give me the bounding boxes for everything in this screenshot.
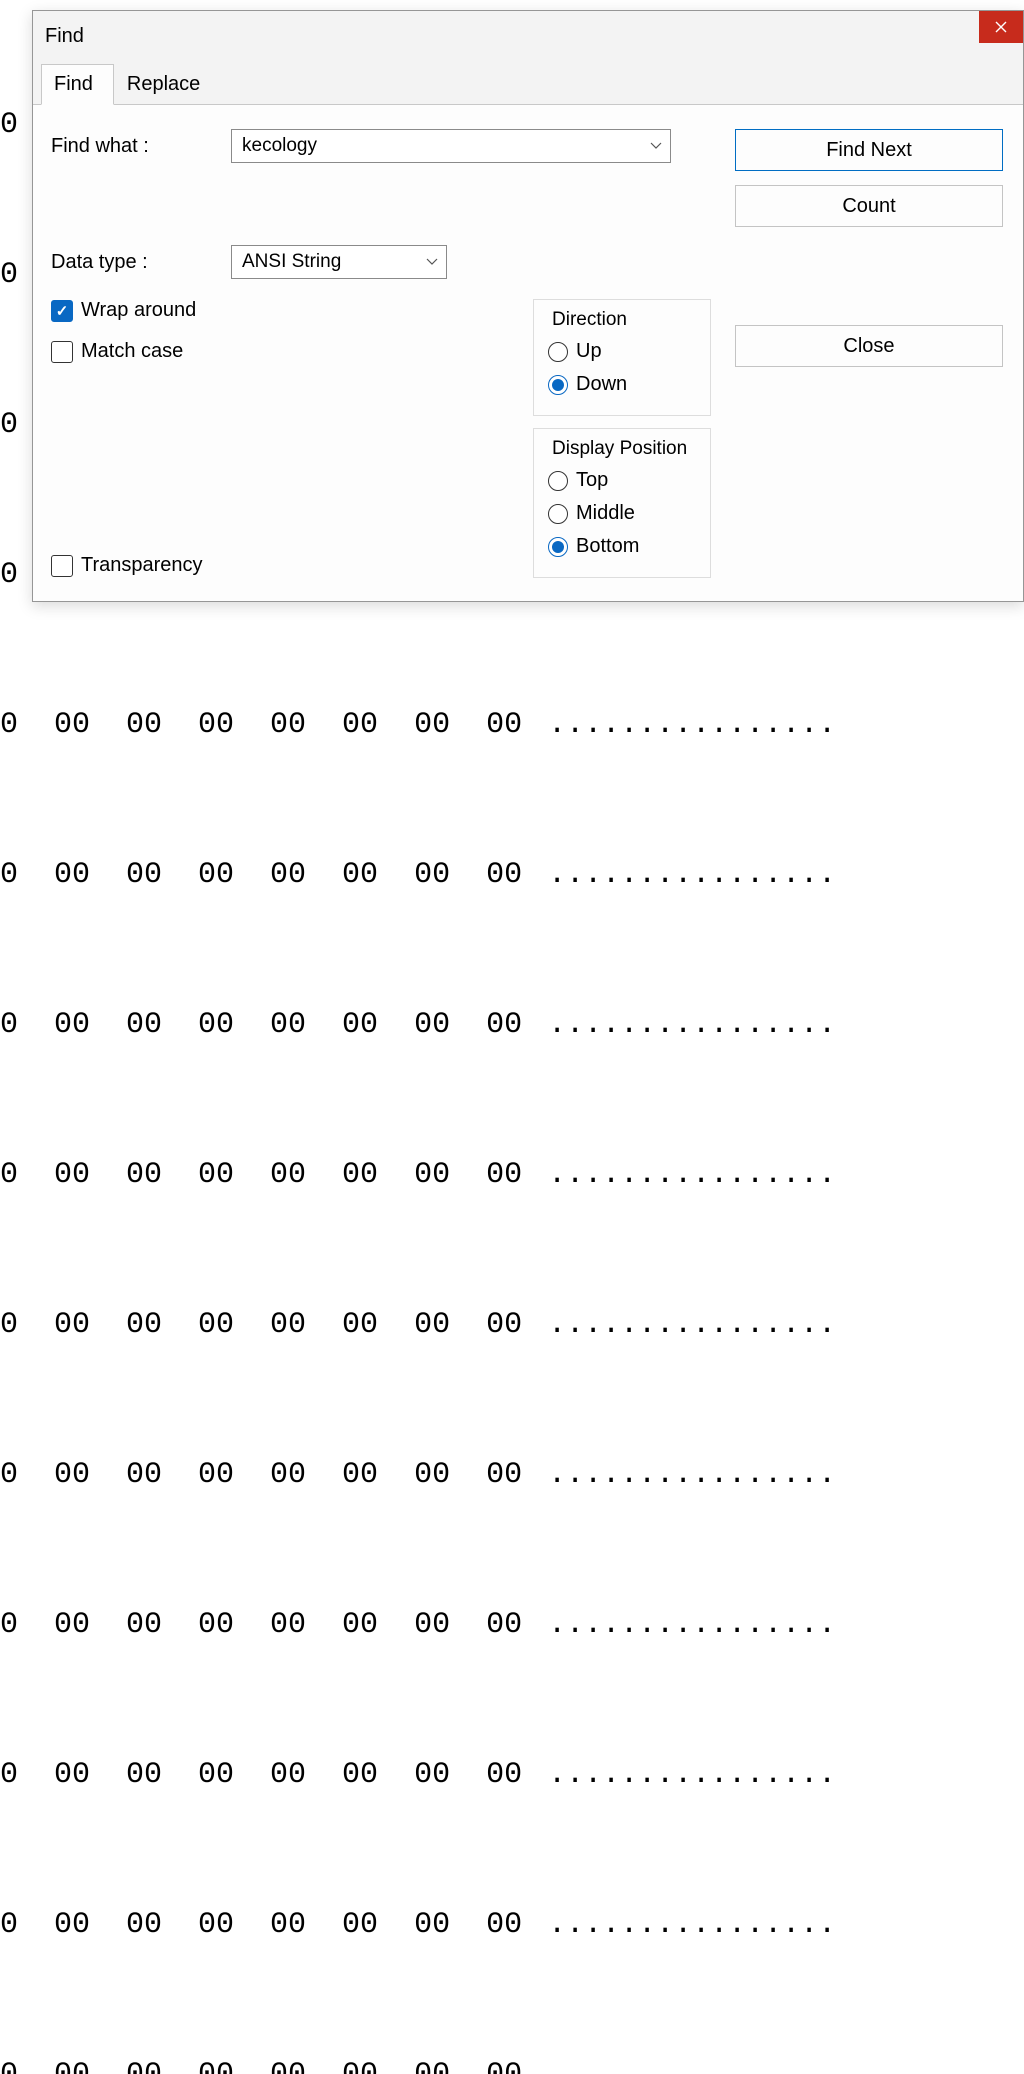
- dialog-title: Find: [45, 25, 84, 48]
- tab-replace[interactable]: Replace: [114, 64, 221, 105]
- radio-icon: [548, 504, 568, 524]
- transparency-checkbox[interactable]: Transparency: [51, 554, 711, 577]
- display-position-label: Display Position: [548, 438, 691, 460]
- chevron-down-icon: [650, 139, 662, 153]
- radio-icon: [548, 471, 568, 491]
- find-what-value: kecology: [242, 135, 317, 157]
- direction-up-radio[interactable]: Up: [548, 335, 692, 368]
- wrap-around-checkbox[interactable]: ✓ Wrap around: [51, 299, 311, 322]
- find-next-button[interactable]: Find Next: [735, 129, 1003, 171]
- checkbox-checked-icon: ✓: [51, 300, 73, 322]
- display-top-radio[interactable]: Top: [548, 464, 692, 497]
- data-type-value: ANSI String: [242, 251, 341, 273]
- find-what-label: Find what :: [51, 135, 221, 158]
- display-middle-radio[interactable]: Middle: [548, 497, 692, 530]
- data-type-select[interactable]: ANSI String: [231, 245, 447, 279]
- close-button[interactable]: Close: [735, 325, 1003, 367]
- tab-bar: Find Replace: [33, 63, 1023, 105]
- radio-selected-icon: [548, 375, 568, 395]
- direction-group: Direction Up Down: [533, 299, 711, 416]
- direction-label: Direction: [548, 309, 631, 331]
- checkbox-icon: [51, 555, 73, 577]
- match-case-checkbox[interactable]: Match case: [51, 340, 311, 363]
- data-type-label: Data type :: [51, 251, 221, 274]
- direction-down-radio[interactable]: Down: [548, 368, 692, 401]
- checkbox-icon: [51, 341, 73, 363]
- chevron-down-icon: [426, 255, 438, 269]
- count-button[interactable]: Count: [735, 185, 1003, 227]
- find-what-input[interactable]: kecology: [231, 129, 671, 163]
- find-dialog: Find Find Replace Find what : kecology D…: [32, 10, 1024, 602]
- tab-find[interactable]: Find: [41, 64, 114, 105]
- tab-body: Find what : kecology Data type : ANSI St…: [33, 105, 1023, 601]
- dialog-titlebar[interactable]: Find: [33, 11, 1023, 61]
- close-icon[interactable]: [979, 11, 1023, 43]
- radio-icon: [548, 342, 568, 362]
